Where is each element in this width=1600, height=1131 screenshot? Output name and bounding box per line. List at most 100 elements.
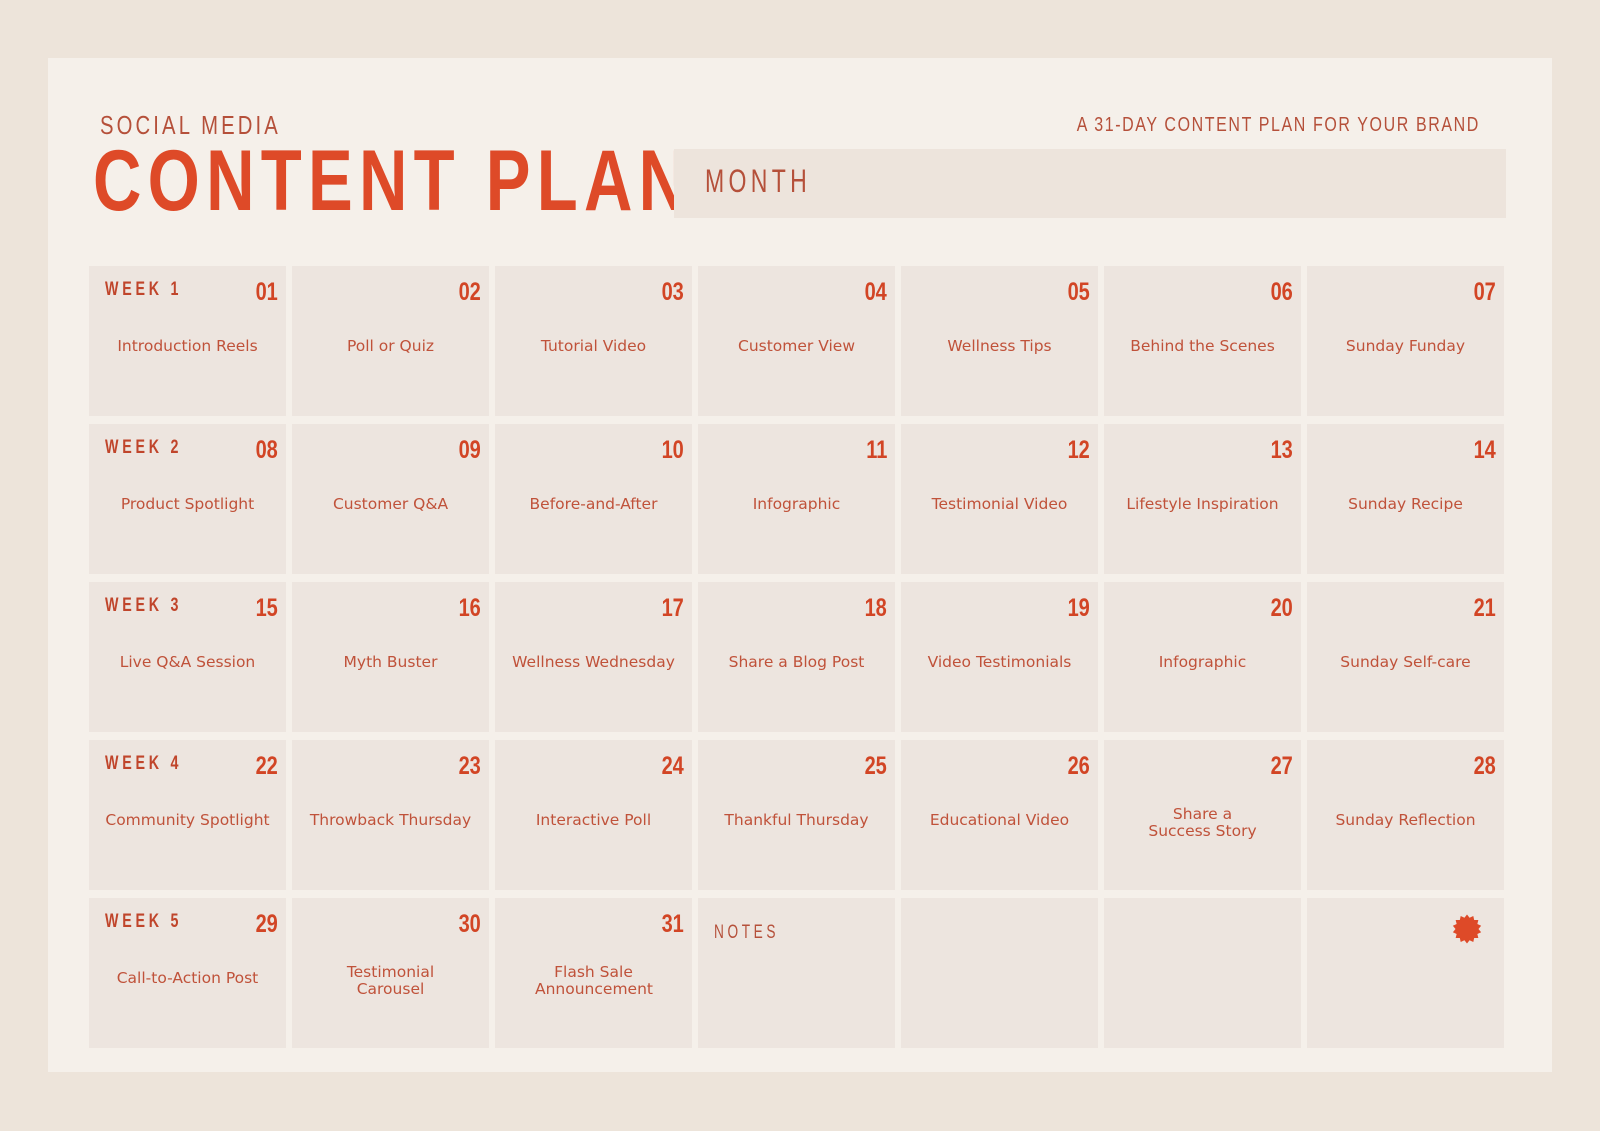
day-number: 30 [458,910,481,938]
day-cell[interactable]: 17 Wellness Wednesday [495,582,692,732]
content-topic: Product Spotlight [120,495,255,513]
day-number: 04 [864,278,887,306]
day-number: 03 [661,278,684,306]
day-number: 26 [1067,752,1090,780]
day-cell[interactable]: 10 Before-and-After [495,424,692,574]
day-number: 22 [255,752,278,780]
day-cell[interactable]: 02 Poll or Quiz [292,266,489,416]
day-number: 09 [458,436,481,464]
day-cell[interactable]: WEEK 3 15 Live Q&A Session [89,582,286,732]
day-cell[interactable]: 14 Sunday Recipe [1307,424,1504,574]
day-cell[interactable]: 11 Infographic [698,424,895,574]
day-number: 17 [661,594,684,622]
day-number: 20 [1270,594,1293,622]
day-number: 16 [458,594,481,622]
notes-area[interactable] [1104,898,1301,1048]
day-number: 24 [661,752,684,780]
week-label: WEEK 3 [105,595,183,616]
day-number: 05 [1067,278,1090,306]
day-cell[interactable]: 09 Customer Q&A [292,424,489,574]
day-cell[interactable]: 18 Share a Blog Post [698,582,895,732]
day-cell[interactable]: WEEK 4 22 Community Spotlight [89,740,286,890]
day-number: 21 [1473,594,1496,622]
content-topic: Customer View [738,337,855,355]
content-topic: Call-to-Action Post [116,969,259,987]
day-number: 13 [1270,436,1293,464]
notes-area[interactable] [1307,898,1504,1048]
week-label: WEEK 4 [105,753,183,774]
day-cell[interactable]: 07 Sunday Funday [1307,266,1504,416]
content-topic: Customer Q&A [332,495,449,513]
content-topic: Poll or Quiz [346,337,435,355]
day-cell[interactable]: 25 Thankful Thursday [698,740,895,890]
day-cell[interactable]: 24 Interactive Poll [495,740,692,890]
week-label: WEEK 1 [105,279,183,300]
content-topic: Educational Video [929,811,1070,829]
content-topic: Video Testimonials [927,653,1072,671]
day-number: 01 [255,278,278,306]
day-cell[interactable]: 20 Infographic [1104,582,1301,732]
content-topic: Wellness Tips [947,337,1052,355]
content-topic: Infographic [1158,653,1247,671]
day-number: 23 [458,752,481,780]
day-number: 07 [1473,278,1496,306]
content-topic: Testimonial Video [931,495,1068,513]
content-topic: Thankful Thursday [724,811,869,829]
day-number: 25 [864,752,887,780]
day-cell[interactable]: 21 Sunday Self-care [1307,582,1504,732]
month-field[interactable]: MONTH [674,149,1506,218]
day-cell[interactable]: 04 Customer View [698,266,895,416]
day-cell[interactable]: 03 Tutorial Video [495,266,692,416]
content-topic: Interactive Poll [535,811,652,829]
day-cell[interactable]: 26 Educational Video [901,740,1098,890]
starburst-icon [1452,914,1482,944]
day-number: 10 [661,436,684,464]
day-cell[interactable]: 30 Testimonial Carousel [292,898,489,1048]
day-number: 11 [865,436,887,464]
day-cell[interactable]: 16 Myth Buster [292,582,489,732]
day-cell[interactable]: WEEK 5 29 Call-to-Action Post [89,898,286,1048]
day-number: 19 [1067,594,1090,622]
week-label: WEEK 5 [105,911,183,932]
content-topic: Throwback Thursday [309,811,472,829]
content-topic: Sunday Recipe [1348,495,1463,513]
day-cell[interactable]: 27 Share a Success Story [1104,740,1301,890]
content-topic: Live Q&A Session [119,653,256,671]
content-topic: Lifestyle Inspiration [1126,495,1279,513]
day-number: 02 [458,278,481,306]
day-cell[interactable]: 12 Testimonial Video [901,424,1098,574]
day-number: 12 [1067,436,1090,464]
day-cell[interactable]: 28 Sunday Reflection [1307,740,1504,890]
content-topic: Infographic [752,495,841,513]
day-cell[interactable]: 23 Throwback Thursday [292,740,489,890]
day-cell[interactable]: 06 Behind the Scenes [1104,266,1301,416]
day-number: 18 [864,594,887,622]
notes-area[interactable] [901,898,1098,1048]
day-number: 08 [255,436,278,464]
tagline: A 31-DAY CONTENT PLAN FOR YOUR BRAND [1076,114,1480,136]
day-number: 31 [661,910,684,938]
day-cell[interactable]: 19 Video Testimonials [901,582,1098,732]
day-cell[interactable]: 05 Wellness Tips [901,266,1098,416]
day-cell[interactable]: 13 Lifestyle Inspiration [1104,424,1301,574]
day-number: 28 [1473,752,1496,780]
day-number: 15 [255,594,278,622]
day-number: 06 [1270,278,1293,306]
content-topic: Sunday Self-care [1340,653,1471,671]
content-topic: Before-and-After [529,495,658,513]
content-topic: Myth Buster [343,653,438,671]
week-label: WEEK 2 [105,437,183,458]
notes-cell[interactable]: NOTES [698,898,895,1048]
day-cell[interactable]: 31 Flash Sale Announcement [495,898,692,1048]
day-number: 27 [1270,752,1293,780]
notes-label: NOTES [714,922,780,943]
day-cell[interactable]: WEEK 1 01 Introduction Reels [89,266,286,416]
page-title: CONTENT PLAN [93,133,694,229]
content-topic: Introduction Reels [117,337,258,355]
day-number: 29 [255,910,278,938]
day-cell[interactable]: WEEK 2 08 Product Spotlight [89,424,286,574]
content-topic: Wellness Wednesday [512,653,675,671]
day-number: 14 [1473,436,1496,464]
month-label: MONTH [705,163,812,199]
content-topic: Behind the Scenes [1130,337,1275,355]
